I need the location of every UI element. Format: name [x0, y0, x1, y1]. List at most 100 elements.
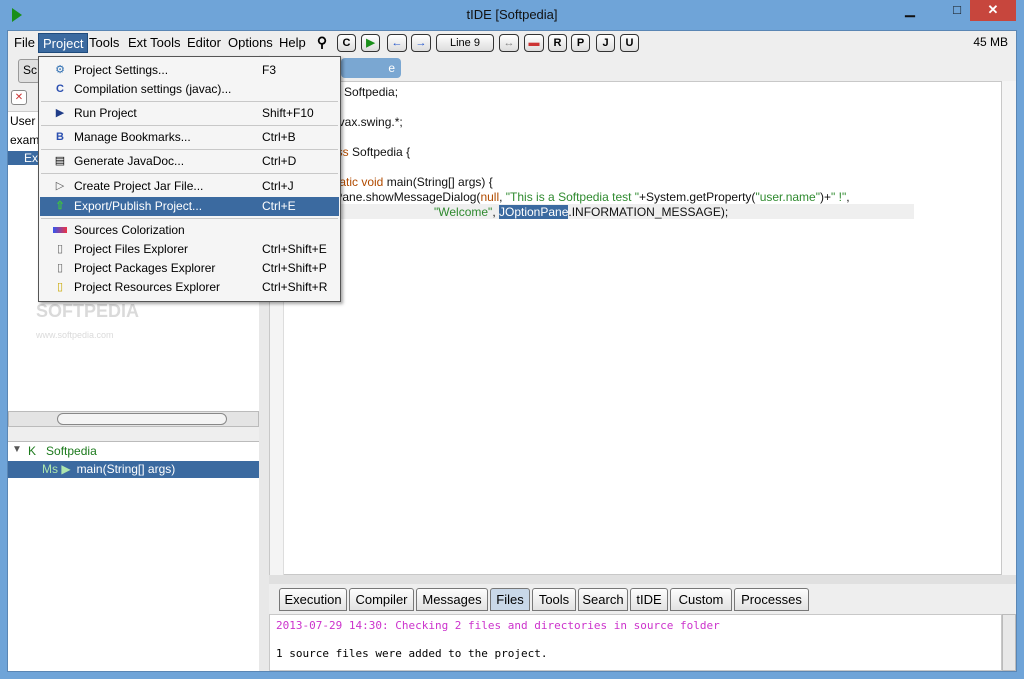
- tab-files[interactable]: Files: [490, 588, 530, 611]
- tree-item-selected[interactable]: Ex: [8, 151, 38, 165]
- colorize-button[interactable]: ▬: [524, 34, 544, 52]
- tab-search[interactable]: Search: [578, 588, 628, 611]
- menu-item-shortcut: Ctrl+Shift+E: [262, 242, 327, 256]
- menu-item-label: Project Resources Explorer: [74, 280, 221, 294]
- menu-tools[interactable]: Tools: [85, 33, 123, 53]
- tab-messages[interactable]: Messages: [416, 588, 488, 611]
- menu-item-shortcut: Shift+F10: [262, 106, 314, 120]
- j-button[interactable]: J: [596, 34, 615, 52]
- back-button[interactable]: ←: [387, 34, 407, 52]
- string-literal: "Welcome": [434, 205, 493, 219]
- menu-item-shortcut: F3: [262, 63, 277, 77]
- close-icon[interactable]: ✕: [11, 90, 27, 105]
- tab-compiler[interactable]: Compiler: [349, 588, 414, 611]
- outline-method[interactable]: Ms ▶ main(String[] args): [8, 461, 259, 478]
- menu-item-resources-explorer[interactable]: ▯ Project Resources Explorer Ctrl+Shift+R: [40, 278, 339, 297]
- tab-tide[interactable]: tIDE: [630, 588, 668, 611]
- menu-item-label: Generate JavaDoc...: [74, 154, 185, 168]
- jar-icon: ▷: [55, 180, 65, 192]
- menu-item-export-publish[interactable]: ⇧ Export/Publish Project... Ctrl+E: [40, 197, 339, 216]
- menu-file[interactable]: File: [10, 33, 39, 53]
- console-vertical-scrollbar[interactable]: [1002, 614, 1016, 671]
- editor-tab[interactable]: e: [341, 58, 401, 78]
- console-line: 2013-07-29 14:30: Checking 2 files and d…: [276, 619, 720, 632]
- menu-item-files-explorer[interactable]: ▯ Project Files Explorer Ctrl+Shift+E: [40, 240, 339, 259]
- menu-options[interactable]: Options: [224, 33, 277, 53]
- scroll-thumb[interactable]: [57, 413, 227, 425]
- swap-button[interactable]: ↔: [499, 34, 519, 52]
- package-icon: ▯: [56, 262, 64, 274]
- tab-tools[interactable]: Tools: [532, 588, 576, 611]
- colorize-icon: ▬: [53, 227, 67, 233]
- editor-tab-label: e: [388, 61, 395, 75]
- tree-item[interactable]: exam: [10, 133, 39, 147]
- menu-item-run-project[interactable]: ▶ Run Project Shift+F10: [40, 104, 339, 123]
- source-tab[interactable]: Sc: [18, 59, 40, 83]
- menu-ext-tools[interactable]: Ext Tools: [124, 33, 185, 53]
- tab-execution[interactable]: Execution: [279, 588, 347, 611]
- string-literal: "This is a Softpedia test ": [505, 190, 640, 204]
- code-text: )+: [820, 190, 832, 204]
- javadoc-icon: ▤: [54, 155, 66, 167]
- menu-item-packages-explorer[interactable]: ▯ Project Packages Explorer Ctrl+Shift+P: [40, 259, 339, 278]
- code-text: main(String[] args) {: [383, 175, 493, 189]
- tab-custom[interactable]: Custom: [670, 588, 732, 611]
- console-output[interactable]: 2013-07-29 14:30: Checking 2 files and d…: [269, 614, 1002, 671]
- menu-item-label: Sources Colorization: [74, 223, 185, 237]
- code-text: ,: [846, 190, 850, 204]
- menu-item-shortcut: Ctrl+D: [262, 154, 297, 168]
- resource-icon: ▯: [56, 281, 64, 293]
- line-indicator-button[interactable]: Line 9: [436, 34, 494, 52]
- menu-item-manage-bookmarks[interactable]: B Manage Bookmarks... Ctrl+B: [40, 128, 339, 147]
- code-text: .INFORMATION_MESSAGE);: [568, 205, 729, 219]
- c-icon: C: [56, 83, 64, 95]
- u-button[interactable]: U: [620, 34, 639, 52]
- keyword: null: [480, 190, 500, 204]
- menu-item-label: Export/Publish Project...: [74, 199, 203, 213]
- bottom-split-handle[interactable]: [269, 575, 1016, 584]
- watermark-text: SOFTPEDIA: [36, 301, 140, 321]
- tab-processes[interactable]: Processes: [734, 588, 809, 611]
- project-menu-dropdown: ⚙ Project Settings... F3 C Compilation sett…: [38, 56, 341, 302]
- bottom-tab-bar: Execution Compiler Messages Files Tools …: [269, 584, 1016, 614]
- compile-button[interactable]: C: [337, 34, 356, 52]
- run-button[interactable]: ▶: [361, 34, 380, 52]
- code-line: static void main(String[] args) {: [330, 175, 493, 189]
- menu-item-generate-javadoc[interactable]: ▤ Generate JavaDoc... Ctrl+D: [40, 152, 339, 171]
- console-line: 1 source files were added to the project…: [276, 647, 548, 660]
- menu-item-create-jar[interactable]: ▷ Create Project Jar File... Ctrl+J: [40, 177, 339, 196]
- code-text: ,: [492, 205, 499, 219]
- string-literal: " !": [831, 190, 847, 204]
- menu-project[interactable]: Project: [38, 33, 89, 53]
- r-button[interactable]: R: [548, 34, 567, 52]
- menu-help[interactable]: Help: [275, 33, 310, 53]
- outline-class[interactable]: K Softpedia: [28, 444, 97, 458]
- menu-item-compilation-settings[interactable]: C Compilation settings (javac)...: [40, 80, 339, 99]
- watermark-url: www.softpedia.com: [36, 330, 114, 340]
- close-button[interactable]: ✕: [970, 0, 1016, 21]
- search-tool-icon[interactable]: ⚲: [314, 34, 330, 52]
- code-editor[interactable]: Softpedia; avax.swing.*; ass Softpedia {…: [269, 81, 1002, 576]
- code-line: ass Softpedia {: [330, 145, 410, 159]
- left-horizontal-scrollbar[interactable]: [8, 411, 259, 427]
- menu-item-project-settings[interactable]: ⚙ Project Settings... F3: [40, 61, 339, 80]
- editor-vertical-scrollbar[interactable]: [1002, 81, 1016, 575]
- p-button[interactable]: P: [571, 34, 590, 52]
- menu-separator: [41, 101, 338, 102]
- minimize-button[interactable]: ▁: [890, 0, 930, 21]
- menu-item-sources-colorization[interactable]: ▬ Sources Colorization: [40, 221, 339, 240]
- main-window: File Project Tools Ext Tools Editor Opti…: [7, 30, 1017, 672]
- expand-icon[interactable]: ▼: [12, 444, 22, 455]
- code-text: +System.getProperty(: [639, 190, 756, 204]
- class-name: Softpedia: [46, 444, 97, 458]
- menu-item-shortcut: Ctrl+Shift+R: [262, 280, 328, 294]
- code-line: tionPane.showMessageDialog(null, "This i…: [315, 190, 850, 204]
- menu-item-label: Project Packages Explorer: [74, 261, 216, 275]
- string-literal: "user.name": [755, 190, 820, 204]
- forward-button[interactable]: →: [411, 34, 431, 52]
- menu-item-label: Project Files Explorer: [74, 242, 189, 256]
- maximize-button[interactable]: □: [940, 0, 974, 21]
- menu-editor[interactable]: Editor: [183, 33, 225, 53]
- run-icon: ▶: [55, 107, 65, 119]
- tree-item[interactable]: User: [10, 114, 35, 128]
